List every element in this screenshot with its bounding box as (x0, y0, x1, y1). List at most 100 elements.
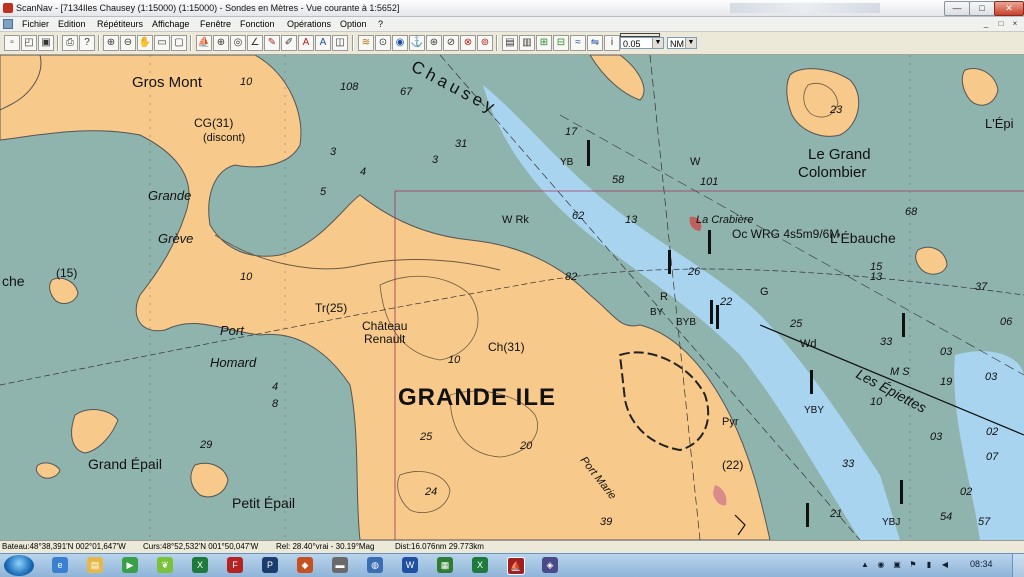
start-button[interactable] (4, 555, 34, 576)
hdd-icon[interactable]: ▬ (332, 557, 348, 573)
menu-operations[interactable]: Opérations (287, 17, 331, 31)
zoom-rect-icon[interactable]: ▭ (154, 35, 170, 51)
boat-icon[interactable]: ⛵ (196, 35, 212, 51)
zoom-out-icon[interactable]: ⊖ (120, 35, 136, 51)
shield-icon[interactable]: ◆ (297, 557, 313, 573)
label-ms: M S (890, 366, 910, 378)
label-pyr22: (22) (722, 458, 743, 472)
zoom-window-icon[interactable]: ▢ (171, 35, 187, 51)
filezilla-icon[interactable]: F (227, 557, 243, 573)
target-icon[interactable]: ◉ (392, 35, 408, 51)
layers-icon[interactable]: ⊞ (536, 35, 552, 51)
excel-icon[interactable]: X (192, 557, 208, 573)
chart-icon[interactable]: ▦ (437, 557, 453, 573)
cursor-position: Curs:48°52,532'N 001°50,047'W (143, 542, 259, 551)
unit-value: NM (670, 39, 684, 49)
label-15: (15) (56, 266, 77, 280)
battery-icon[interactable]: ▮ (924, 560, 934, 570)
track-icon[interactable]: ⊘ (443, 35, 459, 51)
crosshair-icon[interactable]: ⊕ (213, 35, 229, 51)
current-icon[interactable]: ▤ (502, 35, 518, 51)
label-renault: Renault (364, 332, 406, 346)
route-icon[interactable]: ∠ (247, 35, 263, 51)
close-button[interactable]: ✕ (994, 1, 1024, 16)
network-icon[interactable]: ▣ (892, 560, 902, 570)
depth-sounding: 06 (1000, 316, 1013, 328)
depth-sounding: 57 (978, 516, 991, 528)
leaf-icon[interactable]: ❦ (157, 557, 173, 573)
menu-repetiteurs[interactable]: Répétiteurs (97, 17, 143, 31)
depth-sounding: 29 (199, 439, 212, 451)
settings-icon[interactable]: ⊟ (553, 35, 569, 51)
toolbar-separator (352, 35, 354, 51)
draw-icon[interactable]: ✎ (264, 35, 280, 51)
mdi-restore-button[interactable]: □ (995, 18, 1007, 29)
grid-icon[interactable]: ⊗ (460, 35, 476, 51)
menu-fonction[interactable]: Fonction (240, 17, 275, 31)
unit-select[interactable]: NM ▼ (667, 37, 697, 49)
label-discont: (discont) (203, 132, 245, 144)
label-l-epi: L'Épi (985, 116, 1014, 131)
menu-edition[interactable]: Edition (58, 17, 86, 31)
compass-icon[interactable]: ⊙ (375, 35, 391, 51)
minimize-button[interactable]: — (944, 1, 970, 16)
excel2-icon[interactable]: X (472, 557, 488, 573)
ie-icon[interactable]: e (52, 557, 68, 573)
clock[interactable]: 08:34 (970, 559, 993, 569)
label-ebauche: L'Ébauche (830, 230, 896, 246)
weather-icon[interactable]: ▥ (519, 35, 535, 51)
media-icon[interactable]: ▶ (122, 557, 138, 573)
show-desktop-button[interactable] (1012, 554, 1024, 577)
menu-option[interactable]: Option (340, 17, 367, 31)
nautical-chart[interactable]: Gros Mont CG(31) (discont) Grande Grève … (0, 55, 1024, 540)
label-le-grand: Le Grand (808, 146, 871, 163)
save-icon[interactable]: ▣ (38, 35, 54, 51)
app-icon[interactable]: ◈ (542, 557, 558, 573)
open-icon[interactable]: ◰ (21, 35, 37, 51)
gps-icon[interactable]: ◫ (332, 35, 348, 51)
new-icon[interactable]: ▫ (4, 35, 20, 51)
menu-help[interactable]: ? (378, 17, 383, 31)
help-cursor-icon[interactable]: ? (79, 35, 95, 51)
zoom-in-icon[interactable]: ⊕ (103, 35, 119, 51)
scannav-icon[interactable]: ⛵ (507, 557, 525, 575)
print-icon[interactable]: ⎙ (62, 35, 78, 51)
globe-icon[interactable]: ◍ (367, 557, 383, 573)
edit-icon[interactable]: ✐ (281, 35, 297, 51)
mdi-close-button[interactable]: × (1009, 18, 1021, 29)
wind-icon[interactable]: ≋ (358, 35, 374, 51)
lifebuoy-icon[interactable]: ⊛ (426, 35, 442, 51)
scale-value: 0.05 (623, 39, 641, 49)
chevron-down-icon: ▼ (652, 38, 663, 48)
label-byb: BYB (676, 317, 696, 328)
menu-fichier[interactable]: Fichier (22, 17, 49, 31)
menu-affichage[interactable]: Affichage (152, 17, 189, 31)
label-colombier: Colombier (798, 164, 866, 181)
scale-select[interactable]: 0.05 ▼ (620, 37, 664, 49)
document-icon[interactable] (3, 19, 13, 29)
label-pyr: Pyr (722, 416, 739, 428)
text-icon[interactable]: A (298, 35, 314, 51)
eye-icon[interactable]: ◉ (876, 560, 886, 570)
copy-icon[interactable]: A (315, 35, 331, 51)
tide-icon[interactable]: ⊚ (477, 35, 493, 51)
chart-view[interactable]: Gros Mont CG(31) (discont) Grande Grève … (0, 55, 1024, 540)
route-list-icon[interactable]: ⇋ (587, 35, 603, 51)
chart-icon[interactable]: ≈ (570, 35, 586, 51)
flag-icon[interactable]: ⚑ (908, 560, 918, 570)
label-ch31: Ch(31) (488, 340, 525, 354)
waypoint-icon[interactable]: ◎ (230, 35, 246, 51)
speaker-icon[interactable]: ◀ (940, 560, 950, 570)
maximize-button[interactable]: □ (969, 1, 995, 16)
menu-fenetre[interactable]: Fenêtre (200, 17, 231, 31)
boat-position: Bateau:48°38,391'N 002°01,647'W (2, 542, 126, 551)
pan-hand-icon[interactable]: ✋ (137, 35, 153, 51)
label-homard: Homard (210, 355, 257, 370)
mdi-minimize-button[interactable]: _ (980, 18, 992, 29)
arrow-up-icon[interactable]: ▲ (860, 560, 870, 570)
folder-icon[interactable]: ▤ (87, 557, 103, 573)
word-icon[interactable]: W (402, 557, 418, 573)
photoshop-icon[interactable]: P (262, 557, 278, 573)
anchor-icon[interactable]: ⚓ (409, 35, 425, 51)
info-icon[interactable]: i (604, 35, 620, 51)
